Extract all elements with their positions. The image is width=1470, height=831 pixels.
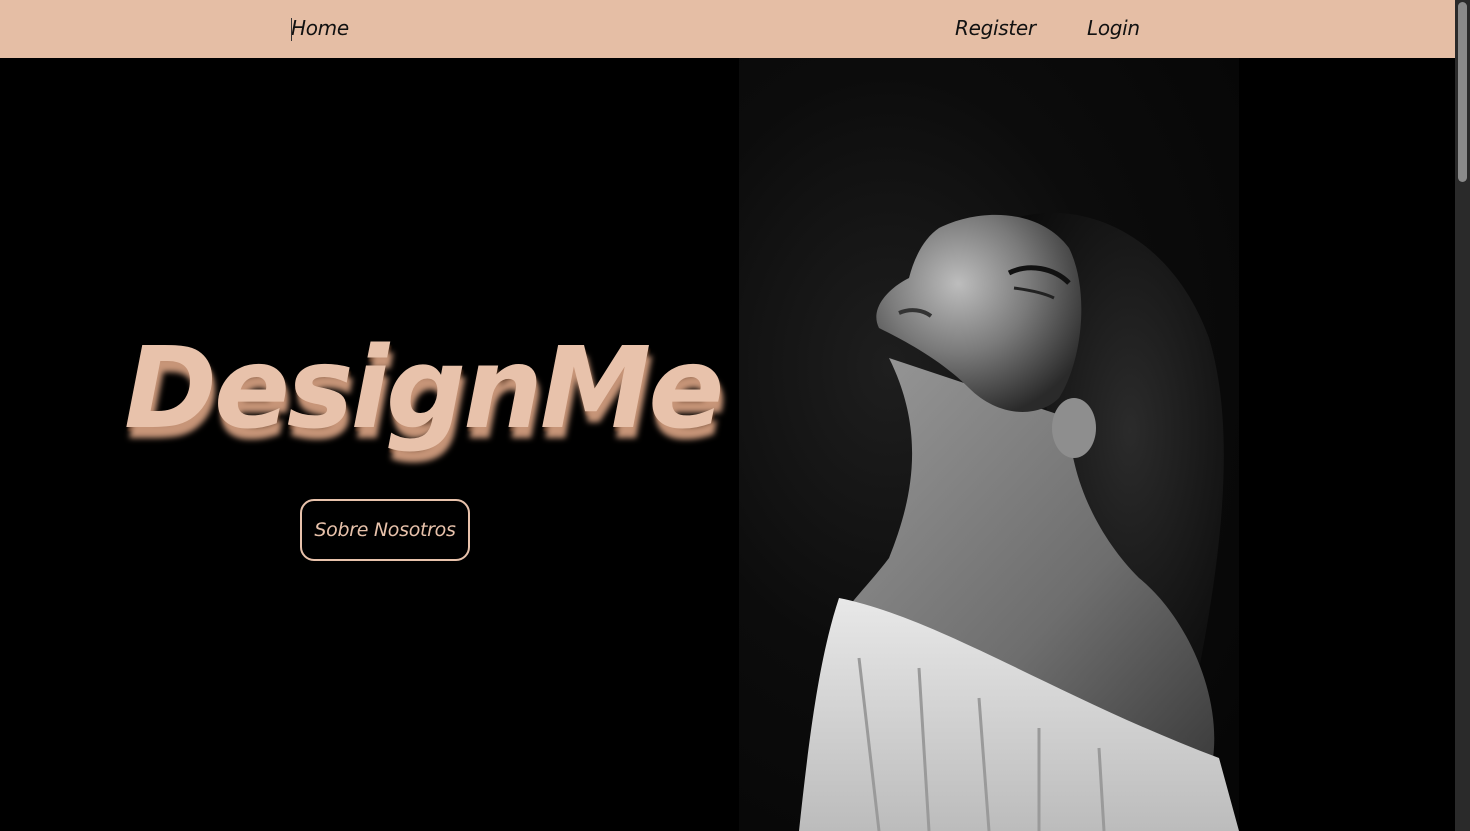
- nav-home-link[interactable]: Home: [291, 16, 349, 41]
- page: Home Register Login DesignMe Sobre Nosot…: [0, 0, 1470, 831]
- hero-title: DesignMe: [124, 324, 724, 454]
- top-navbar: Home Register Login: [0, 0, 1455, 58]
- about-us-button[interactable]: Sobre Nosotros: [300, 499, 470, 561]
- scrollbar-thumb[interactable]: [1458, 2, 1467, 182]
- hero-portrait-photo: [739, 58, 1239, 831]
- portrait-photo-icon: [799, 212, 1239, 831]
- nav-login-link[interactable]: Login: [1087, 16, 1140, 40]
- vertical-scrollbar[interactable]: [1455, 0, 1470, 831]
- nav-register-link[interactable]: Register: [955, 16, 1036, 40]
